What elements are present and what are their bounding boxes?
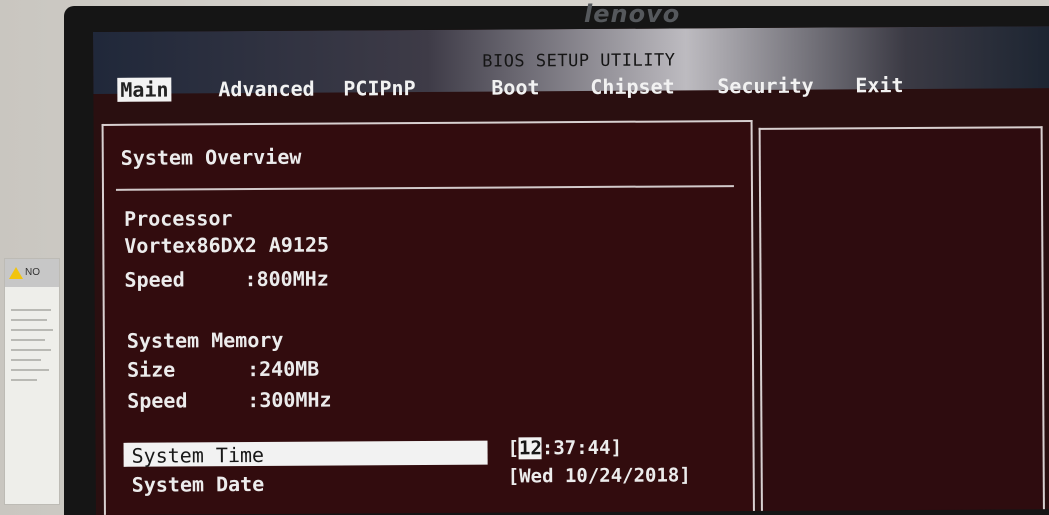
- system-time-value[interactable]: [12:37:44]: [507, 437, 622, 460]
- system-date-label[interactable]: System Date: [132, 472, 265, 497]
- cpu-speed-value: :800MHz: [244, 266, 329, 292]
- brand-logo: lenovo: [584, 0, 681, 28]
- notice-text-line: [11, 309, 51, 311]
- notice-text-line: [11, 339, 45, 341]
- system-date-value[interactable]: [Wed 10/24/2018]: [508, 464, 691, 487]
- bios-screen: BIOS SETUP UTILITY Main Advanced PCIPnP …: [93, 26, 1049, 515]
- menu-security[interactable]: Security: [717, 74, 813, 99]
- mem-speed-value: :300MHz: [247, 387, 332, 413]
- menu-main[interactable]: Main: [117, 77, 172, 102]
- notice-sticker: NO: [4, 258, 60, 505]
- warning-icon: [9, 267, 23, 279]
- memory-label: System Memory: [126, 327, 284, 353]
- notice-text-line: [11, 359, 41, 361]
- menu-chipset[interactable]: Chipset: [590, 74, 674, 99]
- notice-heading: NO: [25, 267, 40, 278]
- processor-name: Vortex86DX2 A9125: [124, 232, 330, 258]
- notice-text-line: [11, 349, 51, 351]
- processor-label: Processor: [124, 206, 233, 231]
- help-panel: [758, 126, 1045, 515]
- time-open-bracket: [: [507, 437, 520, 460]
- menu-pcipnp[interactable]: PCIPnP: [343, 76, 415, 100]
- cpu-speed-label: Speed: [124, 267, 185, 292]
- menu-advanced[interactable]: Advanced: [218, 77, 314, 102]
- notice-text-line: [11, 319, 47, 321]
- bios-title: BIOS SETUP UTILITY: [482, 50, 676, 72]
- notice-text-line: [11, 329, 53, 331]
- mem-speed-label: Speed: [127, 388, 188, 413]
- menu-boot[interactable]: Boot: [491, 75, 539, 99]
- notice-text-line: [11, 379, 37, 381]
- system-time-label: System Time: [131, 442, 265, 468]
- bios-menu-bar: Main Advanced PCIPnP Boot Chipset Securi…: [93, 72, 1049, 104]
- time-hour-field[interactable]: 12: [518, 437, 542, 460]
- notice-text-line: [11, 369, 49, 371]
- mem-size-value: :240MB: [246, 356, 320, 382]
- menu-exit[interactable]: Exit: [855, 73, 903, 97]
- mem-size-label: Size: [126, 357, 176, 382]
- section-heading: System Overview: [120, 144, 302, 170]
- time-rest: :37:44]: [541, 436, 623, 460]
